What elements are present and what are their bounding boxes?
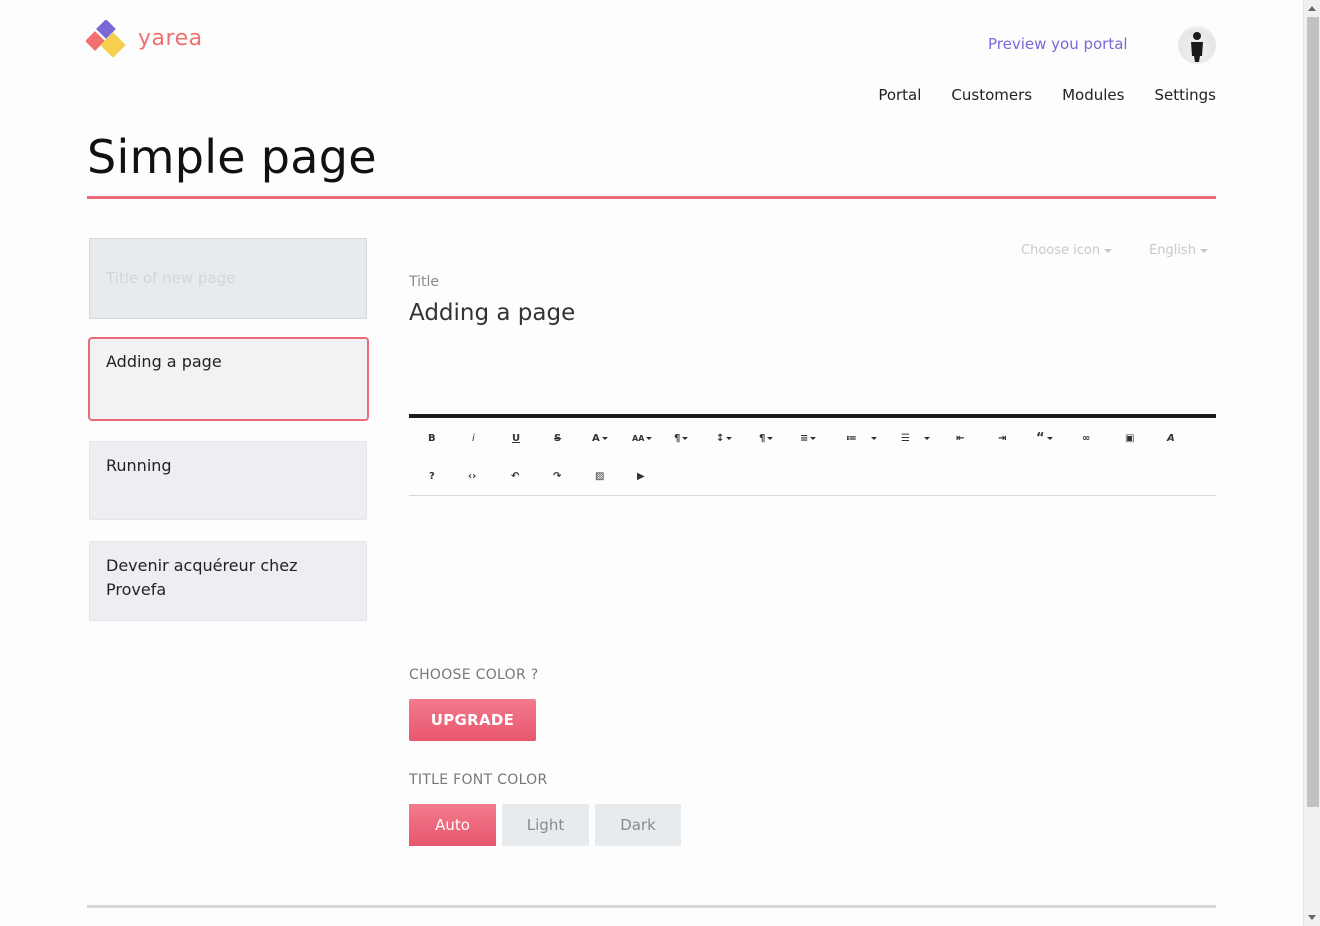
caret-down-icon bbox=[767, 436, 774, 440]
caret-down-icon bbox=[810, 436, 817, 440]
title-field-value[interactable]: Adding a page bbox=[409, 300, 575, 326]
nav-item-portal[interactable]: Portal bbox=[878, 86, 921, 104]
underline-icon[interactable]: U bbox=[512, 431, 520, 445]
unordered-list-glyph: ☰ bbox=[901, 432, 910, 444]
ordered-list-glyph: ≔ bbox=[846, 432, 857, 444]
nav-item-modules[interactable]: Modules bbox=[1062, 86, 1124, 104]
chevron-down-icon bbox=[1199, 248, 1208, 253]
logo-mark-icon bbox=[86, 20, 126, 58]
paragraph-format-glyph: ¶ bbox=[759, 432, 766, 444]
page-card-devenir-acquereur[interactable]: Devenir acquéreur chez Provefa bbox=[89, 541, 367, 621]
align-glyph: ≡ bbox=[800, 432, 809, 444]
caret-down-icon bbox=[646, 436, 653, 440]
strikethrough-icon[interactable]: S bbox=[554, 431, 561, 445]
font-color-dark-button[interactable]: Dark bbox=[595, 804, 681, 846]
caret-down-icon bbox=[923, 436, 930, 440]
font-color-icon[interactable]: A bbox=[592, 431, 608, 445]
scroll-up-icon[interactable] bbox=[1308, 6, 1316, 11]
page-card-label: Running bbox=[106, 456, 172, 475]
select-all-icon[interactable]: ▣ bbox=[1125, 431, 1134, 445]
choose-icon-label: Choose icon bbox=[1021, 243, 1101, 258]
outdent-icon[interactable]: ⇤ bbox=[956, 431, 964, 445]
title-font-color-label: TITLE FONT COLOR bbox=[409, 772, 548, 788]
vertical-scrollbar[interactable] bbox=[1303, 0, 1320, 926]
unordered-list-icon[interactable]: ☰ bbox=[901, 431, 930, 445]
upgrade-button[interactable]: UPGRADE bbox=[409, 699, 536, 741]
caret-down-icon bbox=[682, 436, 689, 440]
language-dropdown[interactable]: English bbox=[1149, 243, 1208, 258]
page-card-label: Devenir acquéreur chez Provefa bbox=[106, 556, 298, 599]
indent-icon[interactable]: ⇥ bbox=[998, 431, 1006, 445]
line-height-glyph: ↕ bbox=[716, 432, 725, 444]
italic-icon[interactable]: i bbox=[472, 431, 475, 445]
caret-down-icon bbox=[601, 436, 608, 440]
paragraph-style-glyph: ¶ bbox=[674, 432, 681, 444]
caret-down-icon bbox=[726, 436, 733, 440]
caret-down-icon bbox=[1046, 436, 1053, 440]
paragraph-style-icon[interactable]: ¶ bbox=[674, 431, 689, 445]
scroll-down-icon[interactable] bbox=[1308, 915, 1316, 920]
paragraph-format-icon[interactable]: ¶ bbox=[759, 431, 774, 445]
redo-icon[interactable]: ↷ bbox=[553, 469, 561, 483]
undo-icon[interactable]: ↶ bbox=[511, 469, 519, 483]
font-color-light-button[interactable]: Light bbox=[502, 804, 589, 846]
link-icon[interactable]: ∞ bbox=[1082, 431, 1090, 445]
font-size-glyph: AA bbox=[632, 433, 645, 443]
font-size-icon[interactable]: AA bbox=[632, 431, 653, 445]
insert-image-icon[interactable]: ▨ bbox=[595, 469, 604, 483]
help-icon[interactable]: ? bbox=[429, 469, 435, 483]
insert-video-icon[interactable]: ▶ bbox=[637, 469, 645, 483]
title-divider bbox=[87, 196, 1216, 199]
page-card-running[interactable]: Running bbox=[89, 441, 367, 520]
code-view-icon[interactable]: ‹› bbox=[468, 469, 476, 483]
chevron-down-icon bbox=[1104, 248, 1113, 253]
clear-formatting-icon[interactable]: A bbox=[1167, 431, 1175, 445]
title-field-label: Title bbox=[409, 274, 440, 290]
footer-divider bbox=[87, 905, 1216, 908]
page-card-label: Adding a page bbox=[106, 352, 222, 371]
nav-item-settings[interactable]: Settings bbox=[1154, 86, 1216, 104]
brand-name: yarea bbox=[138, 25, 203, 51]
page-title: Simple page bbox=[87, 130, 377, 184]
ordered-list-icon[interactable]: ≔ bbox=[846, 431, 877, 445]
new-page-card[interactable] bbox=[89, 238, 367, 319]
nav-item-customers[interactable]: Customers bbox=[951, 86, 1032, 104]
user-silhouette-icon bbox=[1191, 32, 1203, 62]
brand-logo[interactable]: yarea bbox=[86, 20, 203, 64]
font-color-glyph: A bbox=[592, 432, 600, 444]
quote-glyph: “ bbox=[1036, 430, 1045, 446]
choose-icon-dropdown[interactable]: Choose icon bbox=[1021, 243, 1113, 258]
choose-color-label: CHOOSE COLOR ? bbox=[409, 667, 539, 683]
page-card-adding-a-page[interactable]: Adding a page bbox=[88, 337, 369, 421]
new-page-title-input[interactable] bbox=[106, 269, 350, 287]
rich-text-toolbar: B i U S A AA ¶ ↕ ¶ ≡ ≔ ☰ ⇤ ⇥ “ ∞ ▣ A ? ‹… bbox=[409, 418, 1216, 496]
language-label: English bbox=[1149, 243, 1196, 258]
avatar[interactable] bbox=[1178, 26, 1216, 64]
caret-down-icon bbox=[870, 436, 877, 440]
scrollbar-thumb[interactable] bbox=[1307, 17, 1319, 807]
main-nav: Portal Customers Modules Settings bbox=[878, 86, 1216, 104]
align-icon[interactable]: ≡ bbox=[800, 431, 817, 445]
quote-icon[interactable]: “ bbox=[1036, 430, 1053, 446]
font-color-auto-button[interactable]: Auto bbox=[409, 804, 496, 846]
bold-icon[interactable]: B bbox=[428, 431, 436, 445]
line-height-icon[interactable]: ↕ bbox=[716, 431, 733, 445]
preview-portal-link[interactable]: Preview you portal bbox=[988, 35, 1128, 53]
